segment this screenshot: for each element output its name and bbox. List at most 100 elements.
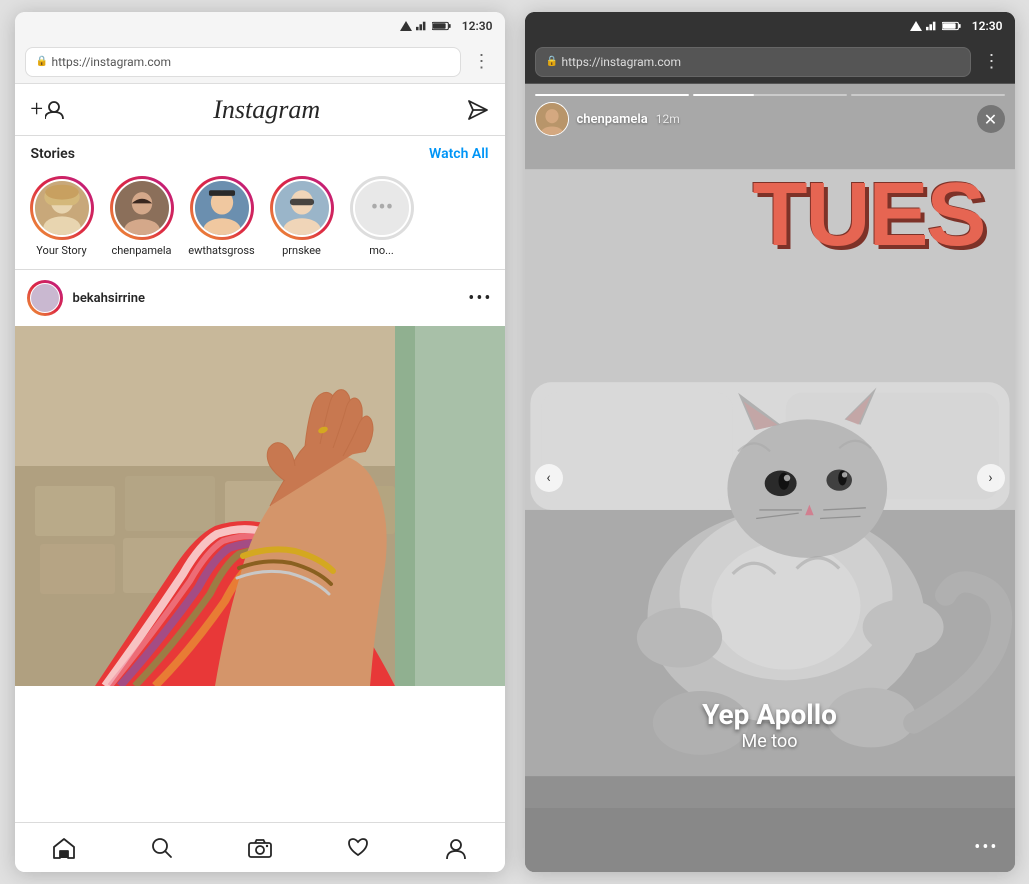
story-avatar-prn (273, 179, 331, 237)
url-box-left[interactable]: 🔒 https://instagram.com (25, 47, 461, 77)
left-phone: 12:30 🔒 https://instagram.com ⋮ + Instag… (15, 12, 505, 872)
story-avatar-wrap-more: ••• (350, 176, 414, 240)
battery-icon-right (942, 21, 962, 31)
paper-plane-icon[interactable] (467, 99, 489, 121)
status-bar-left: 12:30 (15, 12, 505, 40)
status-time-left: 12:30 (462, 19, 493, 33)
story-avatar-chen (113, 179, 171, 237)
chen-avatar-img (115, 181, 169, 235)
heart-icon (347, 838, 369, 858)
stories-label: Stories (31, 146, 75, 162)
post-header: bekahsirrine ••• (15, 270, 505, 326)
story-avatar-more: ••• (353, 179, 411, 237)
nav-home-button[interactable] (40, 824, 88, 872)
story-item-chenpamela[interactable]: chenpamela (107, 176, 177, 257)
right-phone: 12:30 🔒 https://instagram.com ⋮ (525, 12, 1015, 872)
browser-bar-right: 🔒 https://instagram.com ⋮ (525, 40, 1015, 84)
story-item-prnskee[interactable]: prnskee (267, 176, 337, 257)
nav-profile-button[interactable] (432, 824, 480, 872)
battery-icon (432, 21, 452, 31)
url-box-right[interactable]: 🔒 https://instagram.com (535, 47, 971, 77)
person-icon (45, 101, 67, 119)
story-item-ewthatsgross[interactable]: ewthatsgross (187, 176, 257, 257)
chevron-right-icon: › (988, 470, 992, 486)
search-icon (151, 837, 173, 859)
status-time-right: 12:30 (972, 19, 1003, 33)
story-progress-bars (535, 94, 1005, 96)
browser-bar-left: 🔒 https://instagram.com ⋮ (15, 40, 505, 84)
story-avatar-ewt (193, 179, 251, 237)
more-avatar-img: ••• (355, 181, 409, 235)
browser-menu-right[interactable]: ⋮ (979, 51, 1005, 72)
status-bar-right: 12:30 (525, 12, 1015, 40)
story-user-avatar[interactable] (535, 102, 569, 136)
progress-bar-2 (693, 94, 847, 96)
post-username[interactable]: bekahsirrine (73, 291, 145, 306)
story-avatar-wrap-prn (270, 176, 334, 240)
story-avatar-your-story (33, 179, 91, 237)
story-time: 12m (656, 112, 680, 126)
story-avatar-wrap-your-story (30, 176, 94, 240)
progress-fill-1 (535, 94, 689, 96)
story-viewer: chenpamela 12m ✕ TUES Yep Apollo Me too … (525, 84, 1015, 872)
story-username: chenpamela (577, 112, 648, 127)
story-item-your-story[interactable]: Your Story (27, 176, 97, 257)
url-text-left: https://instagram.com (52, 55, 172, 69)
camera-icon (248, 838, 272, 858)
story-name-chen: chenpamela (111, 244, 171, 257)
story-nav-right-button[interactable]: › (977, 464, 1005, 492)
story-name-ewt: ewthatsgross (188, 244, 254, 257)
story-bottom-bar: ••• (525, 822, 1015, 872)
story-caption-main: Yep Apollo (525, 698, 1015, 731)
nav-heart-button[interactable] (334, 824, 382, 872)
add-user-button[interactable]: + (31, 97, 67, 122)
post-image (15, 326, 505, 686)
your-story-avatar-img (35, 181, 89, 235)
stories-header: Stories Watch All (15, 136, 505, 168)
stories-section: Stories Watch All You (15, 136, 505, 270)
post-avatar-inner-bekah (30, 283, 60, 313)
chevron-left-icon: ‹ (546, 470, 550, 486)
lock-icon-right: 🔒 (546, 56, 556, 68)
post-more-dots[interactable]: ••• (468, 288, 492, 309)
tues-text: TUES (752, 165, 984, 265)
prn-avatar-img (275, 181, 329, 235)
story-user-info: chenpamela 12m (535, 102, 680, 136)
story-name-your-story: Your Story (36, 244, 86, 257)
lock-icon-left: 🔒 (36, 56, 46, 68)
progress-bar-1 (535, 94, 689, 96)
story-user-avatar-img (536, 103, 568, 135)
profile-icon (445, 837, 467, 859)
svg-text:•••: ••• (370, 195, 393, 221)
post-section: bekahsirrine ••• (15, 270, 505, 822)
signal-icon-right (910, 21, 922, 31)
signal-icon (400, 21, 412, 31)
post-image-svg (15, 326, 505, 686)
nav-search-button[interactable] (138, 824, 186, 872)
home-icon (52, 837, 76, 859)
story-tues-overlay: TUES (752, 164, 984, 267)
bottom-nav (15, 822, 505, 872)
story-item-more[interactable]: ••• mo... (347, 176, 417, 257)
ig-header: + Instagram (15, 84, 505, 136)
post-avatar-bekah[interactable] (27, 280, 63, 316)
story-close-button[interactable]: ✕ (977, 105, 1005, 133)
stories-row: Your Story chenpamela (15, 168, 505, 269)
story-caption-sub: Me too (525, 731, 1015, 752)
nav-camera-button[interactable] (236, 824, 284, 872)
ewt-avatar-img (195, 181, 249, 235)
story-more-dots[interactable]: ••• (974, 837, 998, 858)
story-nav-left-button[interactable]: ‹ (535, 464, 563, 492)
plus-icon: + (31, 97, 43, 122)
header-icons (467, 99, 489, 121)
instagram-logo: Instagram (213, 95, 320, 125)
url-text-right: https://instagram.com (562, 55, 682, 69)
browser-menu-left[interactable]: ⋮ (469, 51, 495, 72)
story-name-more: mo... (369, 244, 394, 257)
post-header-left: bekahsirrine (27, 280, 145, 316)
story-name-prn: prnskee (282, 244, 321, 257)
story-caption: Yep Apollo Me too (525, 698, 1015, 752)
story-avatar-wrap-ewt (190, 176, 254, 240)
close-icon: ✕ (984, 110, 997, 129)
watch-all-button[interactable]: Watch All (429, 146, 489, 162)
